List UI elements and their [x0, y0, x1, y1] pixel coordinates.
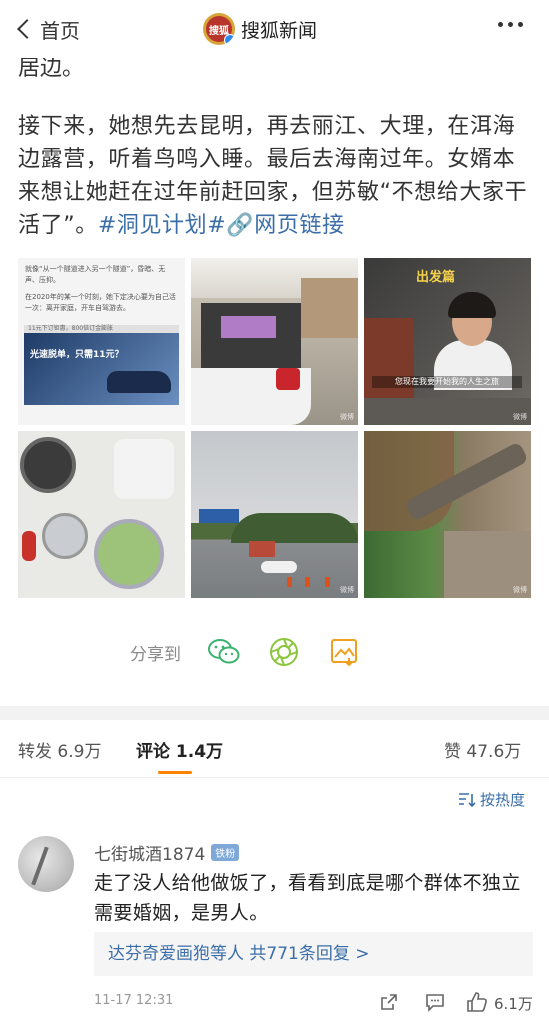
chevron-left-icon — [17, 19, 37, 39]
image-grid: 就像“从一个隧道进入另一个隧道”，昏暗、无声、压抑。 在2020年的某一个时刻，… — [18, 258, 532, 598]
verified-badge-icon — [224, 34, 235, 45]
image-thumbnail-1[interactable]: 就像“从一个隧道进入另一个隧道”，昏暗、无声、压抑。 在2020年的某一个时刻，… — [18, 258, 185, 425]
comment-footer: 11-17 12:31 6.1万 — [94, 989, 533, 1017]
account-brand[interactable]: 搜狐 搜狐新闻 — [203, 12, 317, 46]
share-row: 分享到 — [130, 632, 361, 672]
tab-comment[interactable]: 评论 1.4万 — [136, 737, 224, 774]
sort-button[interactable]: 按热度 — [458, 789, 525, 810]
tab-repost[interactable]: 转发 6.9万 — [18, 737, 101, 762]
image-thumbnail-5[interactable]: 微博 — [191, 431, 358, 598]
comment-author[interactable]: 七街城酒1874 铁粉 — [94, 840, 240, 865]
wechat-icon[interactable] — [207, 635, 241, 669]
comment-icon[interactable] — [424, 991, 446, 1013]
web-link[interactable]: 🔗网页链接 — [226, 213, 344, 238]
comment-text: 走了没人给他做饭了，看看到底是哪个群体不独立需要婚姻，是男人。 — [94, 872, 521, 924]
tab-comment-count: 1.4万 — [175, 742, 224, 762]
avatar[interactable] — [18, 836, 74, 892]
share-label: 分享到 — [130, 644, 181, 665]
ad-bar-text: 11元下订钜惠，800倍订金膨胀 — [24, 325, 179, 333]
sort-label: 按热度 — [480, 791, 526, 809]
car-ad: 光速脱单，只需11元？ — [24, 333, 179, 405]
section-divider — [0, 706, 549, 720]
sohu-logo: 搜狐 — [203, 13, 235, 45]
article-body: 接下来，她想先去昆明，再去丽江、大理，在洱海边露营，听着鸟鸣入睡。最后去海南过年… — [18, 110, 533, 242]
comment-time: 11-17 12:31 — [94, 993, 174, 1008]
image-text-line: 就像“从一个隧道进入另一个隧道”，昏暗、无声、压抑。 — [25, 265, 166, 284]
image-thumbnail-6[interactable]: 微博 — [364, 431, 531, 598]
image-text-line: 在2020年的某一个时刻，她下定决心要为自己活一次：离开家庭，开车自驾游去。 — [25, 293, 176, 312]
tab-repost-label: 转发 — [18, 742, 52, 762]
back-button[interactable]: 首页 — [14, 12, 80, 46]
like-icon[interactable] — [466, 991, 488, 1013]
interaction-tabs: 转发 6.9万 评论 1.4万 赞 47.6万 — [0, 720, 549, 778]
account-name: 搜狐新闻 — [241, 19, 318, 42]
comment-like-count: 6.1万 — [494, 995, 533, 1013]
back-label: 首页 — [40, 18, 80, 43]
image-thumbnail-4[interactable] — [18, 431, 185, 598]
top-nav-bar: 首页 搜狐 搜狐新闻 — [0, 0, 549, 58]
video-title: 出发篇 — [416, 270, 456, 285]
tab-repost-count: 6.9万 — [57, 742, 102, 762]
watermark: 微博 — [340, 413, 354, 421]
tab-like-label: 赞 — [444, 742, 461, 762]
replies-link[interactable]: 达芬奇爱画狍等人 共771条回复 > — [94, 932, 533, 976]
topic-link[interactable]: #洞见计划# — [98, 213, 226, 238]
tab-like[interactable]: 赞 47.6万 — [444, 737, 521, 762]
image-thumbnail-3[interactable]: 出发篇 您现在我要开始我的人生之旅 微博 — [364, 258, 531, 425]
video-subtitle: 您现在我要开始我的人生之旅 — [372, 376, 522, 388]
fan-badge: 铁粉 — [211, 844, 240, 861]
comment-username: 七街城酒1874 — [94, 845, 206, 865]
save-image-icon[interactable] — [327, 635, 361, 669]
car-shape — [107, 371, 171, 393]
share-icon[interactable] — [378, 991, 400, 1013]
sort-icon — [459, 792, 476, 807]
more-options-icon[interactable] — [498, 22, 523, 27]
watermark: 微博 — [340, 586, 354, 594]
watermark: 微博 — [513, 586, 527, 594]
moments-icon[interactable] — [267, 635, 301, 669]
ad-headline: 光速脱单，只需11元？ — [30, 350, 124, 360]
image-thumbnail-2[interactable]: 微博 — [191, 258, 358, 425]
tab-like-count: 47.6万 — [466, 742, 522, 762]
tab-comment-label: 评论 — [136, 742, 170, 762]
watermark: 微博 — [513, 413, 527, 421]
